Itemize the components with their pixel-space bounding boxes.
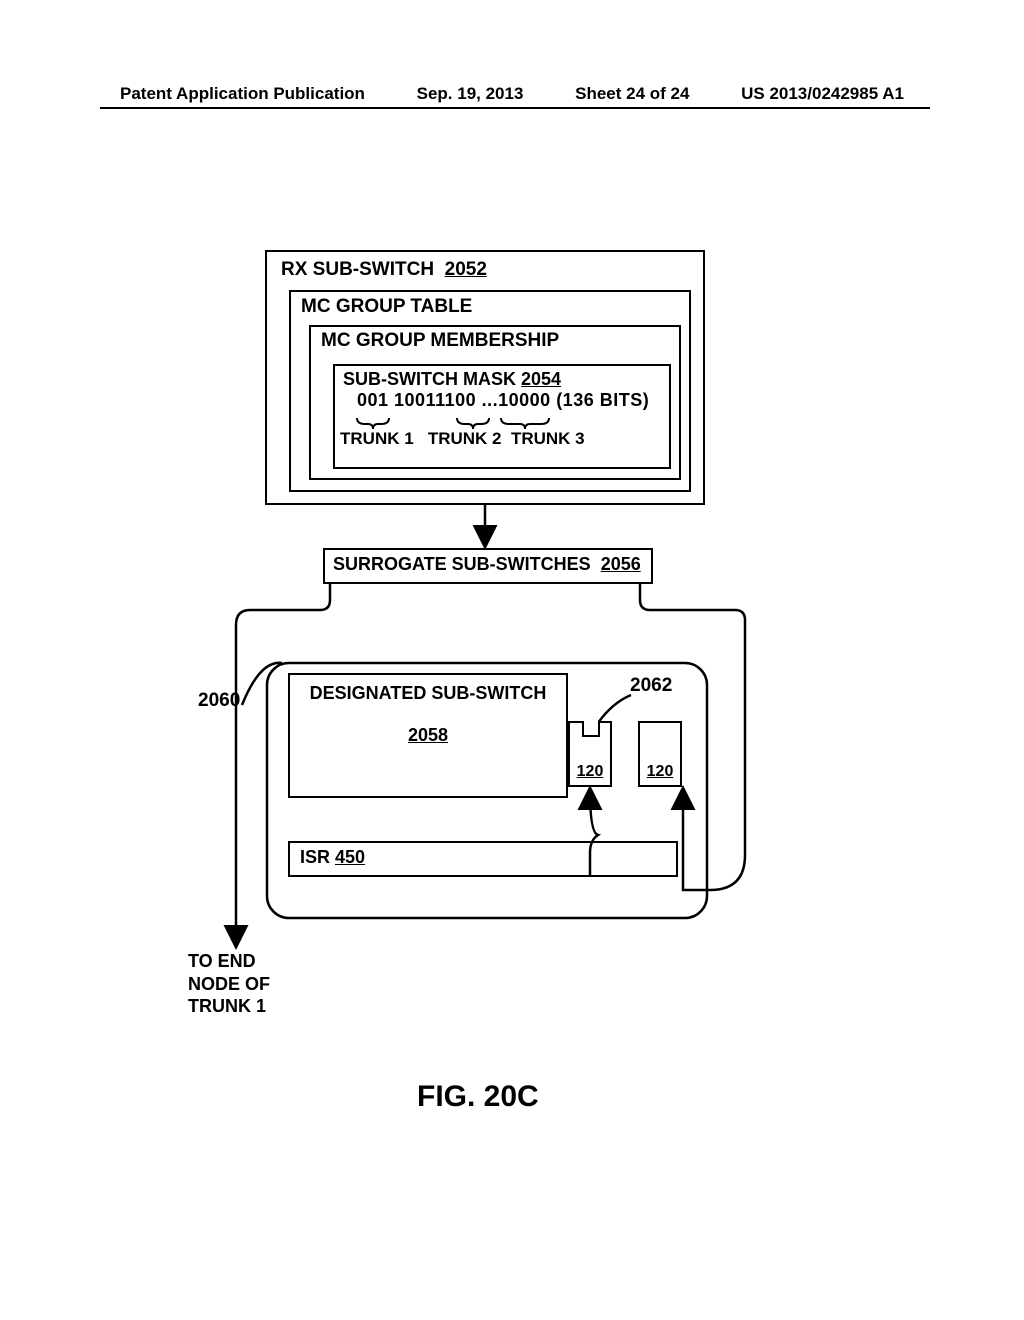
mask-ref: 2054 [521,369,561,389]
rx-ref: 2052 [445,259,487,280]
port-box-1: 120 [568,721,612,787]
designated-label: DESIGNATED SUB-SWITCH [310,683,547,703]
sheet-num: Sheet 24 of 24 [575,84,689,104]
mc-membership-title: MC GROUP MEMBERSHIP [311,327,679,352]
callout-2062: 2062 [630,675,672,697]
designated-sub-switch-box: DESIGNATED SUB-SWITCH 2058 [288,673,568,798]
mask-bits: 001 10011100 ...10000 (136 BITS) [335,390,669,411]
end-node-label: TO END NODE OF TRUNK 1 [188,950,270,1018]
port1-notch [582,721,600,737]
port2-ref: 120 [647,763,674,780]
end-node-l1: TO END [188,951,256,971]
surrogate-box: SURROGATE SUB-SWITCHES 2056 [323,548,653,584]
rx-sub-switch-box: RX SUB-SWITCH 2052 MC GROUP TABLE MC GRO… [265,250,705,505]
sub-switch-mask-box: SUB-SWITCH MASK 2054 001 10011100 ...100… [333,364,671,469]
isr-ref: 450 [335,847,365,867]
port-box-2: 120 [638,721,682,787]
pub-type: Patent Application Publication [120,84,365,104]
trunk2-label: TRUNK 2 [428,429,502,448]
page-header: Patent Application Publication Sep. 19, … [0,84,1024,104]
diagram: RX SUB-SWITCH 2052 MC GROUP TABLE MC GRO… [180,250,830,1070]
end-node-l3: TRUNK 1 [188,996,266,1016]
pub-num: US 2013/0242985 A1 [741,84,904,104]
isr-label: ISR [300,847,330,867]
mask-title: SUB-SWITCH MASK [343,369,516,389]
trunk3-label: TRUNK 3 [511,429,585,448]
surrogate-ref: 2056 [601,554,641,574]
header-rule [100,107,930,109]
designated-ref: 2058 [408,725,448,745]
mc-group-table-title: MC GROUP TABLE [291,292,689,318]
surrogate-label: SURROGATE SUB-SWITCHES [333,554,591,574]
callout-2060: 2060 [198,690,240,712]
rx-title: RX SUB-SWITCH [281,259,434,280]
end-node-l2: NODE OF [188,974,270,994]
port1-ref: 120 [577,763,604,780]
mc-group-table-box: MC GROUP TABLE MC GROUP MEMBERSHIP SUB-S… [289,290,691,492]
trunk1-label: TRUNK 1 [340,429,414,448]
mc-membership-box: MC GROUP MEMBERSHIP SUB-SWITCH MASK 2054… [309,325,681,480]
chassis-box: DESIGNATED SUB-SWITCH 2058 120 120 ISR 4… [265,663,705,918]
figure-label: FIG. 20C [417,1080,539,1114]
pub-date: Sep. 19, 2013 [417,84,524,104]
isr-box: ISR 450 [288,841,678,877]
